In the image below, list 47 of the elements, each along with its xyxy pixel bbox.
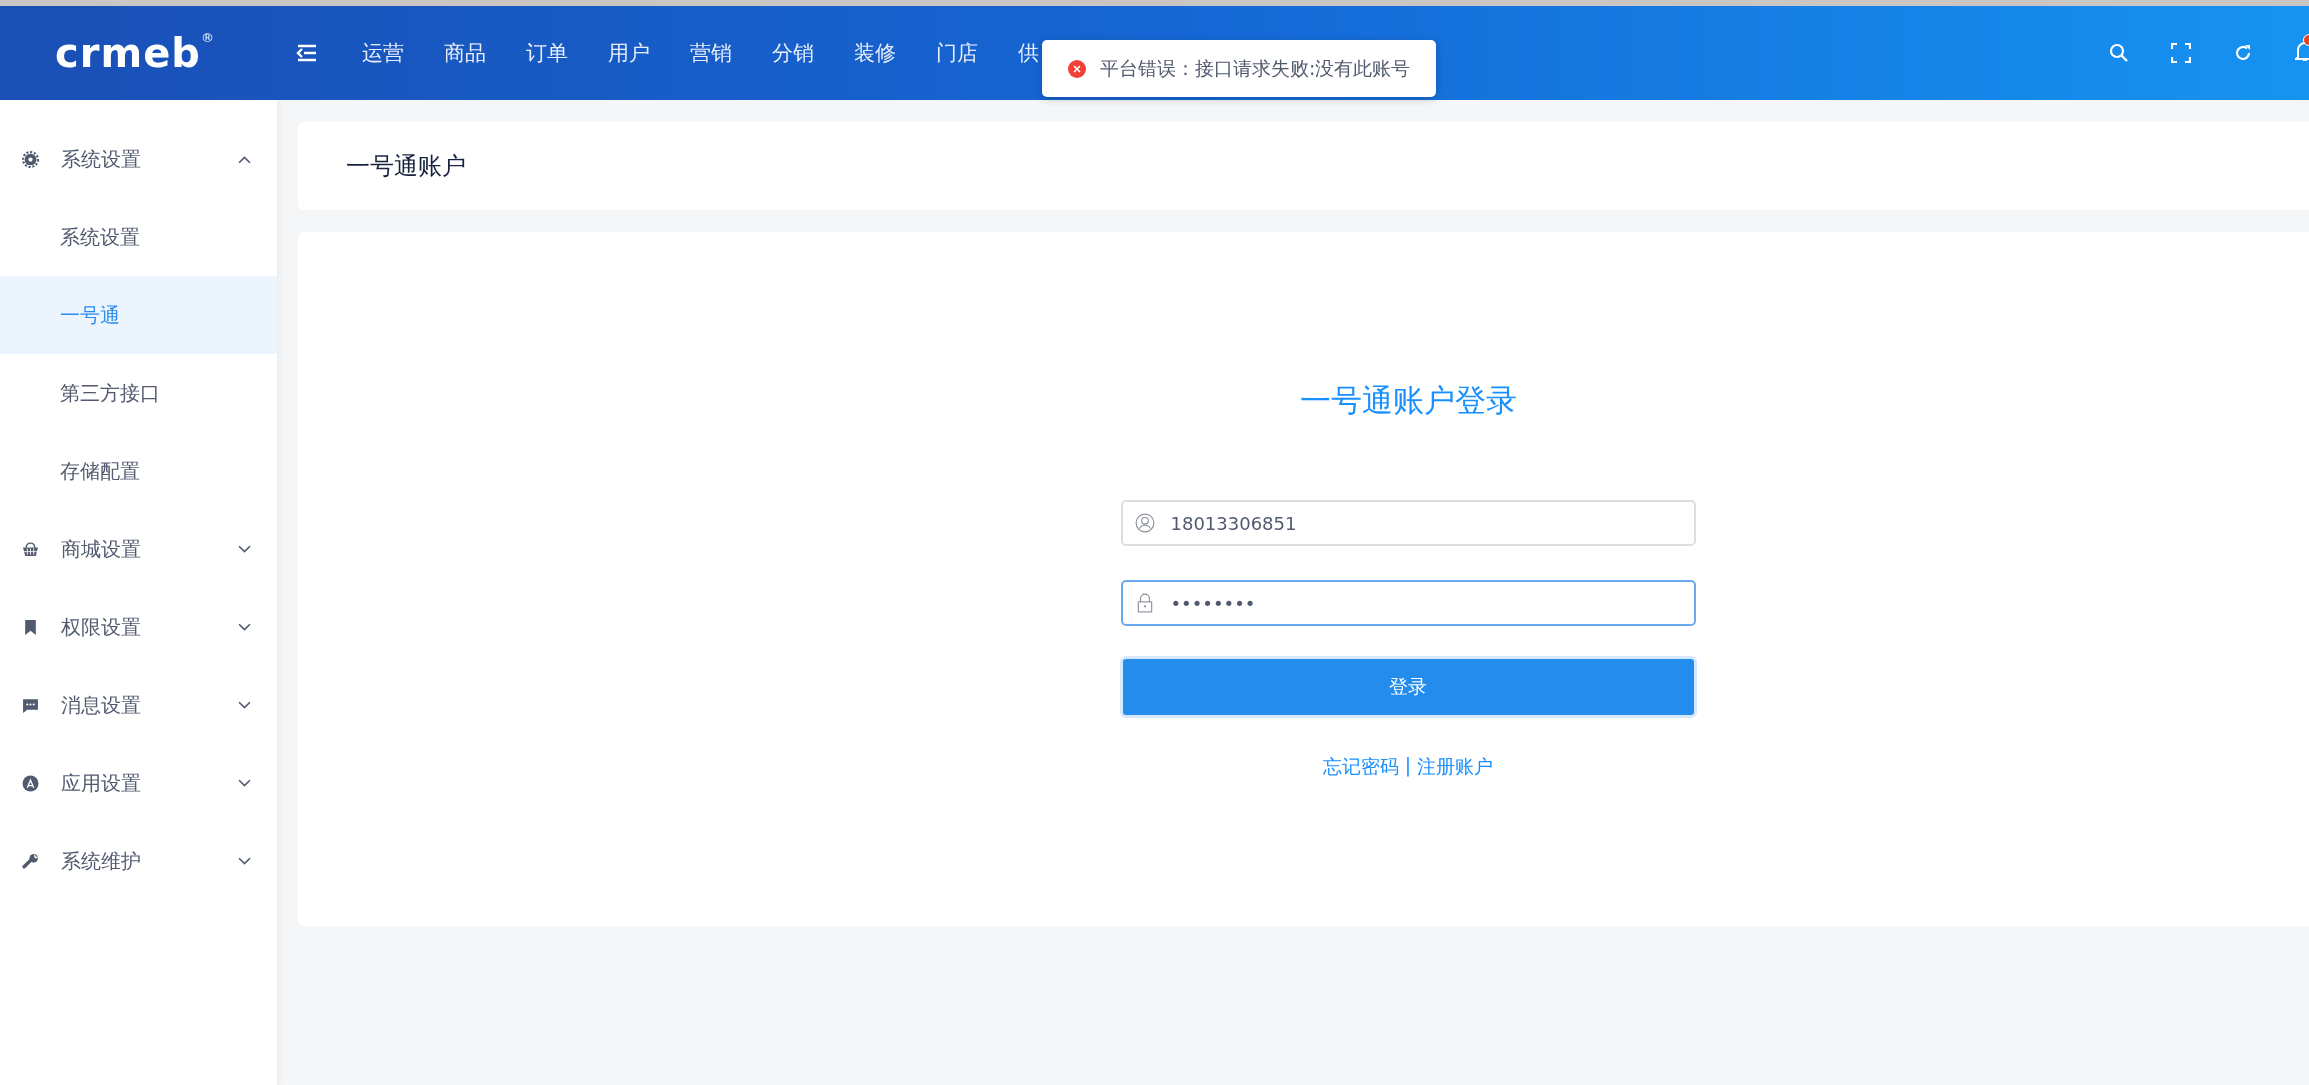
sidebar-item[interactable]: 存储配置: [0, 432, 277, 510]
nav-tab[interactable]: 分销: [752, 39, 834, 67]
nav-tab[interactable]: 订单: [506, 39, 588, 67]
register-link[interactable]: 注册账户: [1417, 754, 1494, 780]
nav-tab[interactable]: 营销: [670, 39, 752, 67]
gear-icon: [22, 150, 39, 168]
nav-tab[interactable]: 装修: [834, 39, 916, 67]
password-field[interactable]: ••••••••: [1120, 580, 1696, 626]
separator: |: [1404, 754, 1412, 779]
sidebar-group-label: 商城设置: [61, 535, 142, 563]
toast-message: 平台错误：接口请求失败:没有此账号: [1100, 55, 1411, 81]
nav-tab[interactable]: 用户: [588, 39, 670, 67]
sidebar-group[interactable]: 系统维护: [0, 822, 277, 900]
nav-tab[interactable]: 商品: [424, 39, 506, 67]
nav-tab[interactable]: 门店: [916, 39, 998, 67]
wrench-icon: [22, 852, 39, 870]
sidebar-group[interactable]: 应用设置: [0, 744, 277, 822]
sidebar-group-label: 权限设置: [61, 613, 142, 641]
user-icon: [1134, 513, 1155, 533]
message-icon: [22, 696, 39, 714]
refresh-icon[interactable]: [2233, 43, 2253, 63]
sidebar-group[interactable]: 消息设置: [0, 666, 277, 744]
error-icon: [1068, 59, 1086, 78]
sidebar-item[interactable]: 一号通: [0, 276, 277, 354]
sidebar-group[interactable]: 商城设置: [0, 510, 277, 588]
bookmark-icon: [22, 618, 39, 636]
sidebar-group-label: 消息设置: [61, 691, 142, 719]
sidebar-group-label: 系统维护: [61, 847, 142, 875]
login-title: 一号通账户登录: [1299, 381, 1517, 420]
sidebar-group[interactable]: 权限设置: [0, 588, 277, 666]
sidebar-item[interactable]: 第三方接口: [0, 354, 277, 432]
sidebar-group-label: 应用设置: [61, 769, 142, 797]
app-store-icon: [22, 774, 39, 792]
menu-collapse-icon[interactable]: [296, 44, 318, 62]
forgot-password-link[interactable]: 忘记密码: [1322, 754, 1399, 780]
bell-icon[interactable]: [2295, 40, 2309, 62]
account-field[interactable]: 18013306851: [1120, 500, 1696, 546]
search-icon[interactable]: [2109, 43, 2129, 63]
fullscreen-icon[interactable]: [2171, 43, 2191, 63]
basket-icon: [22, 540, 39, 558]
sidebar-group-label: 系统设置: [61, 145, 142, 173]
logo: crmeb$^{®}$: [54, 30, 216, 76]
sidebar-item[interactable]: 系统设置: [0, 198, 277, 276]
page-title: 一号通账户: [346, 151, 466, 182]
nav-tab[interactable]: 运营: [342, 39, 424, 67]
login-button[interactable]: 登录: [1119, 656, 1697, 718]
sidebar-group[interactable]: 系统设置: [0, 120, 277, 198]
